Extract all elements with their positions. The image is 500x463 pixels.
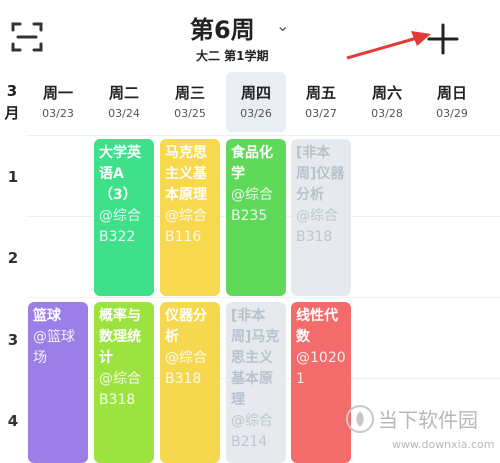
course-name: 篮球 [33, 308, 61, 324]
course-name: 线性代数 [296, 308, 338, 345]
day-date: 03/27 [305, 107, 337, 120]
course-name: 大学英语A（3） [99, 145, 141, 203]
course-card[interactable]: 概率与数理统计 @综合B318 [94, 302, 154, 463]
day-date: 03/25 [174, 107, 206, 120]
course-name: [非本周]马克思主义基本原理 [231, 308, 280, 408]
course-location: @综合B322 [99, 208, 141, 245]
day-column-header[interactable]: 周三 03/25 [160, 72, 220, 132]
course-location: @综合B318 [165, 350, 207, 387]
period-number: 2 [7, 249, 19, 267]
watermark-logo [346, 405, 374, 433]
course-card[interactable]: 篮球 @篮球场 [28, 302, 88, 463]
day-column-header[interactable]: 周日 03/29 [422, 72, 482, 132]
semester-label: 大二 第1学期 [196, 49, 269, 63]
course-card[interactable]: 马克思主义基本原理 @综合B116 [160, 139, 220, 296]
course-name: [非本周]仪器分析 [296, 145, 345, 203]
day-column-header[interactable]: 周一 03/23 [28, 72, 88, 132]
course-name: 食品化学 [231, 145, 273, 182]
course-card[interactable]: 大学英语A（3） @综合B322 [94, 139, 154, 296]
day-column-header[interactable]: 周六 03/28 [357, 72, 417, 132]
scan-icon[interactable] [10, 20, 44, 54]
course-name: 仪器分析 [165, 308, 207, 345]
day-date: 03/26 [240, 107, 272, 120]
course-card[interactable]: 线性代数 @1020 1 [291, 302, 351, 463]
day-name: 周五 [305, 84, 336, 102]
day-date: 03/23 [42, 107, 74, 120]
course-location: @综合B235 [231, 187, 273, 224]
course-location: @1020 1 [296, 350, 346, 387]
day-date: 03/28 [371, 107, 403, 120]
week-title[interactable]: 第6周 [190, 10, 255, 45]
day-column-header[interactable]: 周四 03/26 [226, 72, 286, 132]
period-number: 1 [7, 168, 19, 186]
month-label: 3月 [4, 82, 20, 122]
course-card[interactable]: [非本周]马克思主义基本原理 @综合B214 [226, 302, 286, 463]
course-location: @篮球场 [33, 329, 75, 366]
day-column-header[interactable]: 周五 03/27 [291, 72, 351, 132]
day-name: 周一 [42, 84, 73, 102]
course-location: @综合B318 [99, 371, 141, 408]
course-card[interactable]: 仪器分析 @综合B318 [160, 302, 220, 463]
period-number: 3 [7, 331, 19, 349]
day-name: 周六 [371, 84, 402, 102]
grid-divider [26, 135, 500, 136]
chevron-down-icon[interactable]: ⌄ [276, 16, 289, 35]
period-number: 4 [7, 412, 19, 430]
plus-icon[interactable] [426, 22, 460, 56]
course-location: @综合B318 [296, 208, 338, 245]
day-date: 03/29 [436, 107, 468, 120]
day-name: 周日 [436, 84, 467, 102]
day-name: 周三 [174, 84, 205, 102]
day-column-header[interactable]: 周二 03/24 [94, 72, 154, 132]
annotation-arrow-icon [346, 31, 431, 60]
day-date: 03/24 [108, 107, 140, 120]
day-name: 周二 [108, 84, 139, 102]
day-name: 周四 [240, 84, 271, 102]
course-location: @综合B214 [231, 413, 273, 450]
course-name: 概率与数理统计 [99, 308, 141, 366]
course-name: 马克思主义基本原理 [165, 145, 207, 203]
course-location: @综合B116 [165, 208, 207, 245]
course-card[interactable]: 食品化学 @综合B235 [226, 139, 286, 296]
watermark-text: 当下软件园 [378, 408, 478, 432]
watermark-url: www.downxia.com [392, 438, 495, 451]
course-card[interactable]: [非本周]仪器分析 @综合B318 [291, 139, 351, 296]
grid-divider [26, 297, 500, 298]
